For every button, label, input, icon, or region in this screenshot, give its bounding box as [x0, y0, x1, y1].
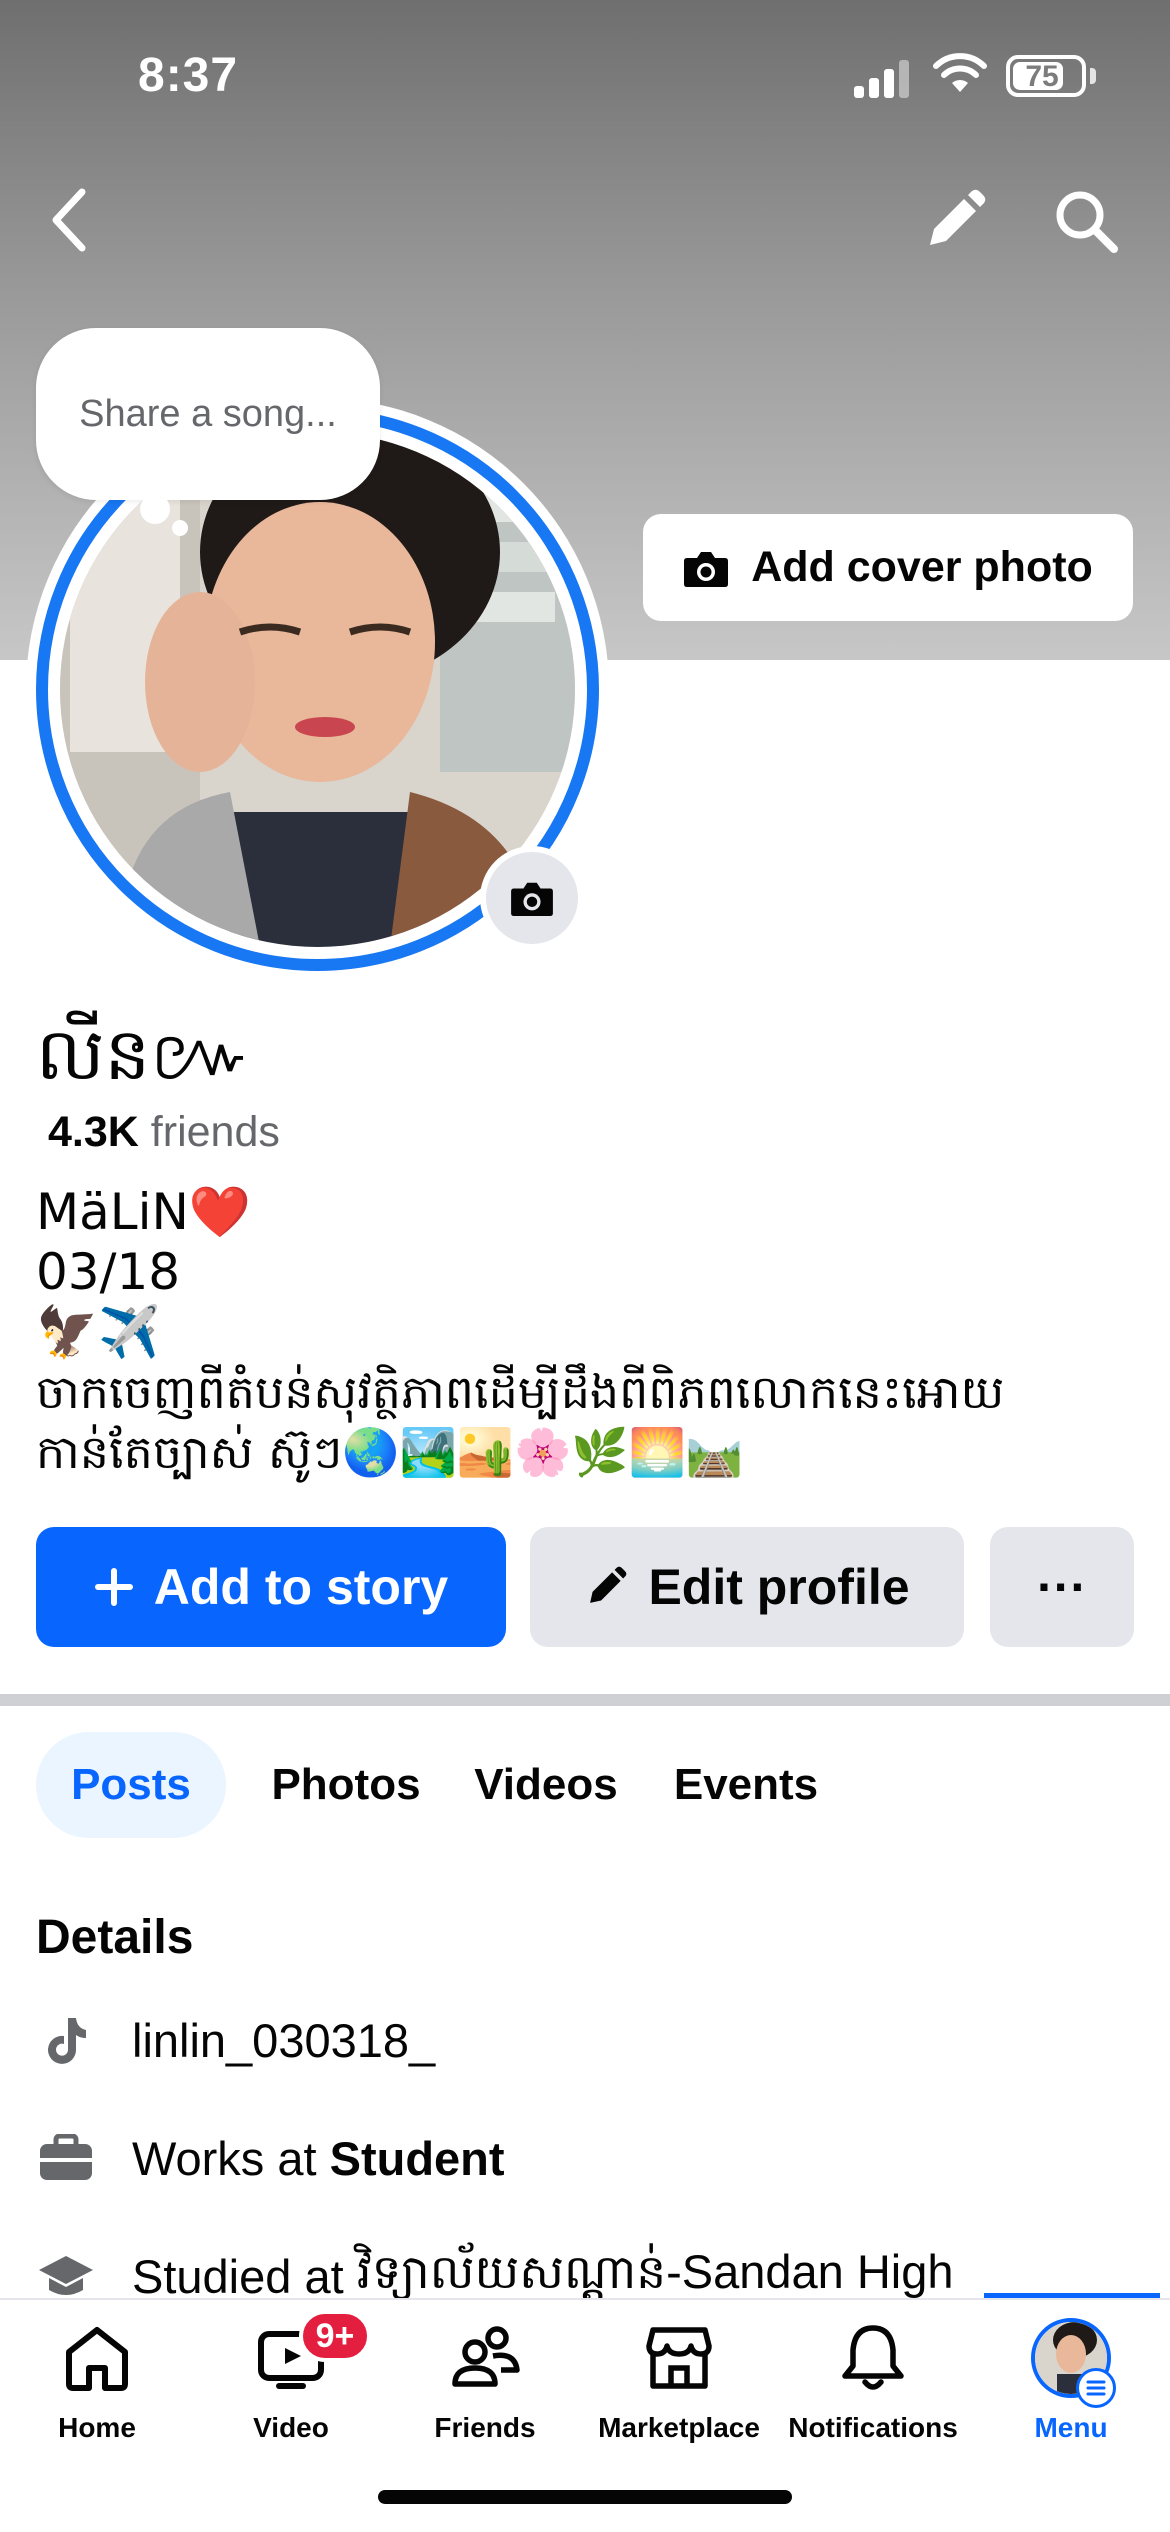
- add-to-story-button[interactable]: Add to story: [36, 1527, 506, 1647]
- active-tab-indicator: [984, 2293, 1160, 2298]
- video-notification-badge: 9+: [299, 2310, 371, 2362]
- details-title: Details: [36, 1911, 194, 1964]
- friends-count[interactable]: 4.3K friends: [48, 1108, 280, 1157]
- battery-percent: 75: [1025, 60, 1059, 93]
- search-icon[interactable]: [1050, 185, 1122, 257]
- detail-work: Works at Student: [36, 2118, 505, 2198]
- education-prefix: Studied at: [132, 2249, 357, 2303]
- nav-friends-label: Friends: [434, 2412, 536, 2443]
- briefcase-icon: [36, 2128, 96, 2188]
- tiktok-icon: [36, 2010, 96, 2070]
- storefront-icon: [639, 2318, 719, 2398]
- profile-actions: Add to story Edit profile ···: [36, 1527, 1134, 1647]
- plus-icon: [94, 1568, 133, 1606]
- graduation-cap-icon: [36, 2246, 96, 2306]
- nav-marketplace-label: Marketplace: [598, 2412, 760, 2443]
- status-bar: 8:37 75: [0, 0, 1170, 150]
- menu-lines-icon: [1076, 2368, 1116, 2408]
- add-cover-photo-label: Add cover photo: [751, 543, 1093, 591]
- share-song-placeholder: Share a song...: [79, 392, 337, 435]
- section-divider: [0, 1694, 1170, 1706]
- add-cover-photo-button[interactable]: Add cover photo: [643, 514, 1133, 621]
- pencil-icon: [590, 1566, 627, 1603]
- camera-icon: [684, 551, 729, 587]
- bubble-tail-dot: [140, 494, 170, 524]
- nav-notifications[interactable]: Notifications: [778, 2318, 968, 2458]
- change-profile-picture-button[interactable]: [480, 846, 584, 950]
- nav-friends[interactable]: Friends: [390, 2318, 580, 2458]
- bio-line: 03/18: [36, 1243, 181, 1301]
- work-place: Student: [329, 2131, 505, 2185]
- status-time: 8:37: [138, 49, 239, 102]
- edit-profile-label: Edit profile: [648, 1559, 910, 1615]
- friends-icon: [445, 2318, 525, 2398]
- bio-line: 🦅✈️: [36, 1303, 161, 1361]
- battery-icon: 75: [1006, 55, 1086, 97]
- nav-home[interactable]: Home: [2, 2318, 192, 2458]
- bio-line: កាន់តែច្បាស់ ស៊ូៗ🌏🏞️🏜️🌸🌿🌅🛤️: [36, 1425, 744, 1479]
- bio-line: MäLiN❤️: [36, 1183, 252, 1241]
- home-indicator: [378, 2490, 792, 2504]
- cellular-signal-icon: [854, 60, 909, 98]
- nav-marketplace[interactable]: Marketplace: [584, 2318, 774, 2458]
- nav-menu-label: Menu: [1034, 2412, 1108, 2443]
- add-to-story-label: Add to story: [153, 1559, 449, 1615]
- friends-count-number: 4.3K: [48, 1108, 139, 1156]
- edit-profile-button[interactable]: Edit profile: [530, 1527, 964, 1647]
- video-icon: 9+: [251, 2310, 371, 2398]
- tab-photos[interactable]: Photos: [256, 1732, 436, 1838]
- profile-bio: MäLiN❤️ 03/18 🦅✈️ ចាកចេញពីតំបន់សុវត្ថិភា…: [36, 1182, 1136, 1482]
- home-icon: [57, 2318, 137, 2398]
- bio-line: ចាកចេញពីតំបន់សុវត្ថិភាពដើម្បីដឹងពីពិភពលោ…: [36, 1365, 1005, 1419]
- share-song-bubble[interactable]: Share a song...: [36, 328, 380, 500]
- nav-video[interactable]: 9+ Video: [196, 2310, 386, 2458]
- tab-videos[interactable]: Videos: [456, 1732, 636, 1838]
- nav-menu[interactable]: Menu: [976, 2318, 1166, 2458]
- tab-events[interactable]: Events: [656, 1732, 836, 1838]
- chevron-left-icon[interactable]: [42, 180, 102, 260]
- camera-icon: [511, 882, 553, 917]
- pencil-icon[interactable]: [918, 185, 990, 257]
- more-options-button[interactable]: ···: [990, 1527, 1134, 1647]
- bubble-tail-dot: [172, 520, 188, 536]
- profile-name: លីន៚: [36, 1012, 253, 1096]
- nav-notifications-label: Notifications: [788, 2412, 958, 2443]
- tiktok-username: linlin_030318_: [132, 2013, 436, 2067]
- bell-icon: [833, 2318, 913, 2398]
- detail-tiktok[interactable]: linlin_030318_: [36, 2000, 435, 2080]
- nav-home-label: Home: [58, 2412, 136, 2443]
- wifi-icon: [933, 53, 987, 92]
- battery-tip: [1090, 68, 1096, 84]
- more-options-icon: ···: [1037, 1559, 1087, 1615]
- nav-video-label: Video: [253, 2412, 329, 2443]
- work-prefix: Works at: [132, 2131, 330, 2185]
- friends-count-label: friends: [150, 1108, 280, 1156]
- tab-posts[interactable]: Posts: [36, 1732, 226, 1838]
